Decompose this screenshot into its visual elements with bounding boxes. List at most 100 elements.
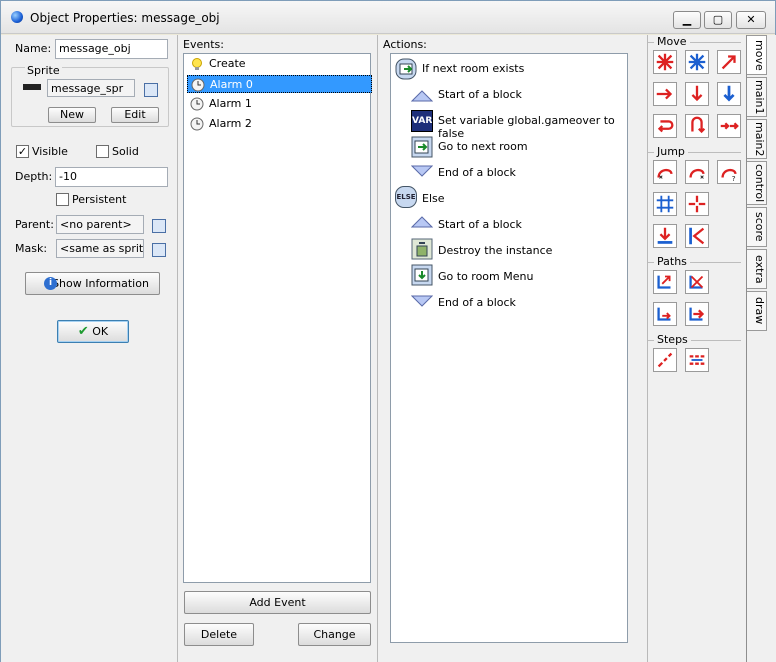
action-item[interactable]: If next room exists xyxy=(422,62,524,75)
mask-label: Mask: xyxy=(15,242,48,255)
event-create[interactable]: Create xyxy=(187,55,372,73)
event-label: Alarm 0 xyxy=(210,78,253,91)
depth-label: Depth: xyxy=(15,170,53,183)
start-block-icon xyxy=(410,86,434,108)
solid-checkbox[interactable] xyxy=(96,145,109,158)
parent-select[interactable]: <no parent> xyxy=(56,215,144,234)
action-item[interactable]: Destroy the instance xyxy=(438,244,552,257)
section-steps: Steps xyxy=(648,333,741,347)
if-next-room-icon xyxy=(395,58,417,80)
title-bar: Object Properties: message_obj ▁ ▢ ✕ xyxy=(1,1,775,34)
tab-score[interactable]: score xyxy=(747,207,767,247)
section-jump: Jump xyxy=(648,145,741,159)
action-item[interactable]: Go to room Menu xyxy=(438,270,533,283)
action-item[interactable]: End of a block xyxy=(438,296,516,309)
solid-label: Solid xyxy=(112,145,139,158)
path-position-icon[interactable] xyxy=(653,302,677,326)
step-towards-icon[interactable] xyxy=(653,348,677,372)
end-path-icon[interactable] xyxy=(685,270,709,294)
end-block-icon xyxy=(410,290,434,312)
tab-control[interactable]: control xyxy=(747,161,767,205)
event-alarm-0[interactable]: Alarm 0 xyxy=(187,75,372,93)
edit-sprite-button[interactable]: Edit xyxy=(111,107,159,123)
end-block-icon xyxy=(410,160,434,182)
ok-button[interactable]: ✔ OK xyxy=(57,320,129,343)
action-item[interactable]: Set variable global.gameover to false xyxy=(438,114,627,140)
move-towards-icon[interactable] xyxy=(717,50,741,74)
reverse-vertical-icon[interactable] xyxy=(685,114,709,138)
events-panel: Events: Create Alarm 0 Alarm 1 Alarm 2 A… xyxy=(178,35,378,662)
event-alarm-1[interactable]: Alarm 1 xyxy=(187,95,372,113)
visible-label: Visible xyxy=(32,145,68,158)
checkmark-icon: ✔ xyxy=(77,324,89,339)
sprite-menu-icon[interactable] xyxy=(144,83,158,97)
speed-horizontal-icon[interactable] xyxy=(653,82,677,106)
lightbulb-icon xyxy=(192,58,202,70)
event-label: Alarm 2 xyxy=(209,117,252,130)
name-input[interactable]: message_obj xyxy=(55,39,168,59)
reverse-horizontal-icon[interactable] xyxy=(653,114,677,138)
actions-label: Actions: xyxy=(383,38,427,51)
tab-main1[interactable]: main1 xyxy=(747,77,767,117)
mask-menu-icon[interactable] xyxy=(152,243,166,257)
path-speed-icon[interactable] xyxy=(685,302,709,326)
close-button[interactable]: ✕ xyxy=(736,11,766,29)
parent-menu-icon[interactable] xyxy=(152,219,166,233)
gravity-icon[interactable] xyxy=(717,82,741,106)
new-sprite-button[interactable]: New xyxy=(48,107,96,123)
action-item[interactable]: Start of a block xyxy=(438,88,522,101)
else-icon: ELSE xyxy=(395,186,417,208)
window-title: Object Properties: message_obj xyxy=(30,11,220,25)
action-item[interactable]: Go to next room xyxy=(438,140,528,153)
add-event-button[interactable]: Add Event xyxy=(184,591,371,614)
sprite-select[interactable]: message_spr xyxy=(47,79,135,97)
category-tabs: move main1 main2 control score extra dra… xyxy=(747,35,776,662)
move-to-contact-icon[interactable] xyxy=(653,224,677,248)
sprite-thumbnail xyxy=(23,84,41,90)
move-free-icon[interactable] xyxy=(685,50,709,74)
action-item[interactable]: Else xyxy=(422,192,445,205)
tab-draw[interactable]: draw xyxy=(747,291,767,331)
action-item[interactable]: Start of a block xyxy=(438,218,522,231)
section-paths: Paths xyxy=(648,255,741,269)
minimize-button[interactable]: ▁ xyxy=(673,11,701,29)
persistent-checkbox[interactable] xyxy=(56,193,69,206)
persistent-label: Persistent xyxy=(72,193,127,206)
bounce-icon[interactable] xyxy=(685,224,709,248)
tab-main2[interactable]: main2 xyxy=(747,119,767,159)
events-label: Events: xyxy=(183,38,224,51)
show-information-button[interactable]: i Show Information xyxy=(25,272,160,295)
next-room-icon xyxy=(411,136,433,158)
event-label: Create xyxy=(209,57,246,70)
tab-move[interactable]: move xyxy=(747,35,767,75)
app-icon xyxy=(11,11,23,23)
move-fixed-icon[interactable] xyxy=(653,50,677,74)
friction-icon[interactable] xyxy=(717,114,741,138)
clock-icon xyxy=(191,78,205,92)
action-item[interactable]: End of a block xyxy=(438,166,516,179)
name-label: Name: xyxy=(15,42,52,55)
wrap-screen-icon[interactable] xyxy=(685,192,709,216)
mask-select[interactable]: <same as sprite> xyxy=(56,239,144,258)
actions-panel: Actions: If next room exists Start of a … xyxy=(378,35,648,662)
speed-vertical-icon[interactable] xyxy=(685,82,709,106)
delete-event-button[interactable]: Delete xyxy=(184,623,254,646)
show-information-label: Show Information xyxy=(52,277,149,290)
step-avoiding-icon[interactable] xyxy=(685,348,709,372)
set-path-icon[interactable] xyxy=(653,270,677,294)
actions-list[interactable]: If next room exists Start of a block VAR… xyxy=(390,53,628,643)
jump-to-position-icon[interactable] xyxy=(653,160,677,184)
visible-checkbox[interactable]: ✓ xyxy=(16,145,29,158)
events-list[interactable]: Create Alarm 0 Alarm 1 Alarm 2 xyxy=(183,53,372,583)
maximize-button[interactable]: ▢ xyxy=(704,11,732,29)
event-alarm-2[interactable]: Alarm 2 xyxy=(187,115,372,133)
jump-to-random-icon[interactable]: ? xyxy=(717,160,741,184)
change-event-button[interactable]: Change xyxy=(298,623,371,646)
destroy-instance-icon xyxy=(411,238,433,260)
align-to-grid-icon[interactable] xyxy=(653,192,677,216)
jump-to-start-icon[interactable] xyxy=(685,160,709,184)
object-settings-panel: Name: message_obj Sprite message_spr New… xyxy=(1,35,178,662)
depth-input[interactable]: -10 xyxy=(55,167,168,187)
action-palette: Move Jump ? Paths Steps xyxy=(648,35,747,662)
tab-extra[interactable]: extra xyxy=(747,249,767,289)
